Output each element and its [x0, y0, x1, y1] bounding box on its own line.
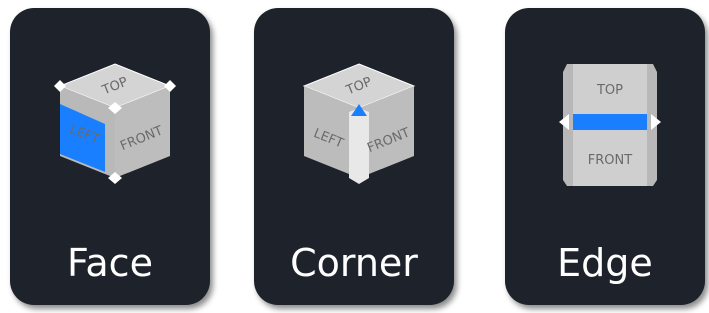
face-label: Face	[67, 241, 153, 285]
cube-front-label: FRONT	[588, 153, 632, 168]
view-cube-edge-icon: TOP FRONT	[559, 64, 661, 186]
cube-top-label: TOP	[596, 83, 623, 98]
edge-mode-card[interactable]: TOP FRONT Edge	[505, 8, 705, 305]
corner-label: Corner	[290, 241, 418, 285]
view-cube-face-icon: TOP LEFT FRONT	[54, 63, 176, 184]
view-cube-corner-icon: TOP LEFT FRONT	[302, 63, 416, 184]
face-mode-card[interactable]: TOP LEFT FRONT Face	[10, 8, 210, 305]
edge-label: Edge	[557, 241, 653, 285]
corner-mode-card[interactable]: TOP LEFT FRONT Corner	[254, 8, 454, 305]
